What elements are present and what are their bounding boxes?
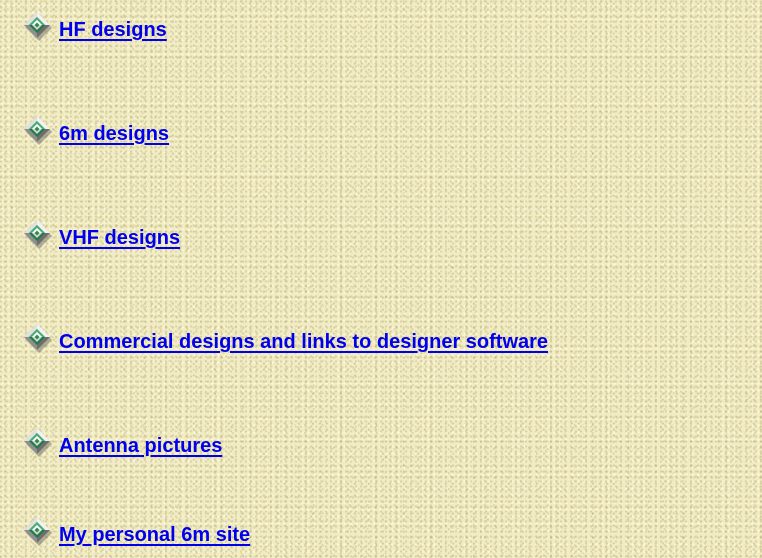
link-item-6m-designs: 6m designs [19, 113, 762, 153]
link-item-vhf-designs: VHF designs [19, 217, 762, 257]
personal-6m-site-link[interactable]: My personal 6m site [59, 524, 250, 547]
vhf-designs-link[interactable]: VHF designs [59, 227, 180, 250]
6m-designs-link[interactable]: 6m designs [59, 123, 169, 146]
antenna-pictures-link[interactable]: Antenna pictures [59, 435, 222, 458]
diamond-bullet-icon [19, 514, 55, 550]
commercial-designs-link[interactable]: Commercial designs and links to designer… [59, 331, 548, 354]
diamond-bullet-icon [19, 217, 55, 253]
link-item-personal-6m-site: My personal 6m site [19, 514, 762, 554]
diamond-bullet-icon [19, 113, 55, 149]
diamond-bullet-icon [19, 321, 55, 357]
link-item-hf-designs: HF designs [19, 9, 762, 49]
diamond-bullet-icon [19, 9, 55, 45]
link-item-commercial-designs: Commercial designs and links to designer… [19, 321, 762, 361]
hf-designs-link[interactable]: HF designs [59, 19, 167, 42]
link-item-antenna-pictures: Antenna pictures [19, 425, 762, 465]
diamond-bullet-icon [19, 425, 55, 461]
